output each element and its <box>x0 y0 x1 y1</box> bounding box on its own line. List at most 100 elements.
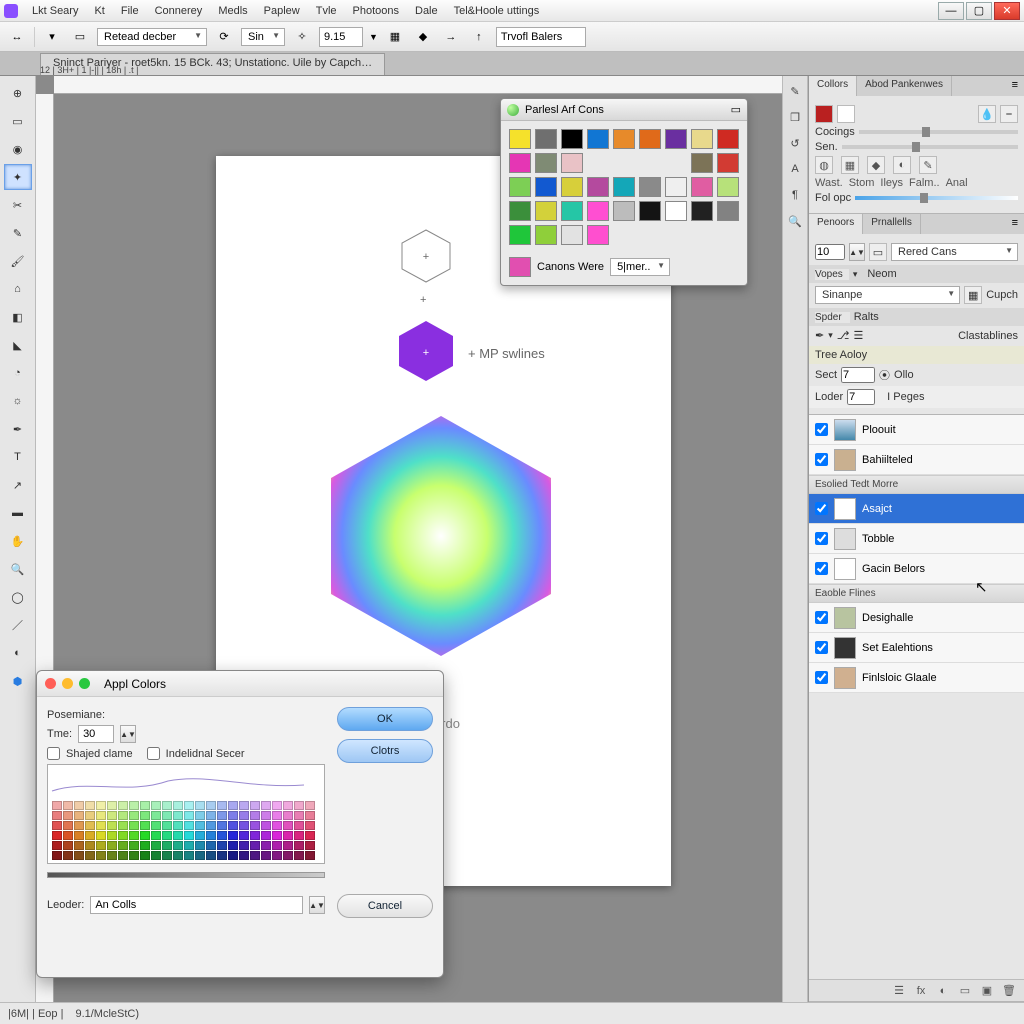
pen-icon[interactable]: ✒ <box>815 329 824 342</box>
plate-swatch[interactable] <box>206 821 216 830</box>
plate-swatch[interactable] <box>294 801 304 810</box>
leoder-stepper[interactable]: ▲▼ <box>309 896 325 914</box>
layer-row[interactable]: Ploouit <box>809 415 1024 445</box>
plate-swatch[interactable] <box>217 821 227 830</box>
layer-row[interactable]: Bahiilteled <box>809 445 1024 475</box>
zoom-tool-icon[interactable]: 🔍 <box>4 556 32 582</box>
menu-kt[interactable]: Kt <box>86 3 112 19</box>
plate-swatch[interactable] <box>228 801 238 810</box>
plate-swatch[interactable] <box>118 821 128 830</box>
plate-swatch[interactable] <box>206 801 216 810</box>
plate-swatch[interactable] <box>52 841 62 850</box>
fg-bg-icon[interactable]: ◐ <box>4 640 32 666</box>
tab-spder[interactable]: Spder <box>815 312 850 323</box>
plate-swatch[interactable] <box>195 831 205 840</box>
swatches-floating-panel[interactable]: Parlesl Arf Cons ▭ Canons Were 5|mer.. <box>500 98 748 286</box>
search-strip-icon[interactable]: 🔍 <box>786 212 804 230</box>
palette-collapse-icon[interactable]: ▭ <box>731 103 741 116</box>
plate-swatch[interactable] <box>239 841 249 850</box>
plate-swatch[interactable] <box>140 851 150 860</box>
dropdown-icon[interactable]: ▾ <box>41 26 63 48</box>
plate-swatch[interactable] <box>129 821 139 830</box>
swatch-cell[interactable] <box>717 177 739 197</box>
swatch-cell[interactable] <box>561 225 583 245</box>
plate-swatch[interactable] <box>151 841 161 850</box>
layer-visibility-checkbox[interactable] <box>815 671 828 684</box>
tab-collors[interactable]: Collors <box>809 76 857 96</box>
plate-swatch[interactable] <box>217 811 227 820</box>
para-strip-icon[interactable]: ¶ <box>786 186 804 204</box>
clotrs-button[interactable]: Clotrs <box>337 739 433 763</box>
plate-swatch[interactable] <box>217 841 227 850</box>
plate-swatch[interactable] <box>162 801 172 810</box>
plate-swatch[interactable] <box>272 851 282 860</box>
wast-icon[interactable]: ◍ <box>815 156 833 174</box>
menu-dale[interactable]: Dale <box>407 3 446 19</box>
sparkle-icon[interactable]: ✧ <box>291 26 313 48</box>
menu-lktseary[interactable]: Lkt Seary <box>24 3 86 19</box>
plate-swatch[interactable] <box>217 801 227 810</box>
plate-swatch[interactable] <box>85 811 95 820</box>
plate-swatch[interactable] <box>206 841 216 850</box>
plate-swatch[interactable] <box>228 851 238 860</box>
num-input[interactable] <box>815 244 845 260</box>
plate-swatch[interactable] <box>217 831 227 840</box>
swatch-cell[interactable] <box>587 201 609 221</box>
plate-swatch[interactable] <box>261 831 271 840</box>
plate-swatch[interactable] <box>228 831 238 840</box>
plate-swatch[interactable] <box>118 831 128 840</box>
mode-dropdown[interactable]: Sin <box>241 28 285 46</box>
plate-swatch[interactable] <box>173 841 183 850</box>
plate-swatch[interactable] <box>261 801 271 810</box>
size-input[interactable] <box>319 27 363 47</box>
layer-row[interactable]: Desighalle <box>809 603 1024 633</box>
plate-swatch[interactable] <box>129 831 139 840</box>
plate-swatch[interactable] <box>184 821 194 830</box>
tab-penoors[interactable]: Penoors <box>809 214 863 234</box>
plate-swatch[interactable] <box>162 821 172 830</box>
diamond-icon[interactable]: ◆ <box>412 26 434 48</box>
plate-swatch[interactable] <box>107 841 117 850</box>
gradient-tool-icon[interactable]: ◣ <box>4 332 32 358</box>
plate-swatch[interactable] <box>195 821 205 830</box>
menu-connerey[interactable]: Connerey <box>147 3 211 19</box>
plate-swatch[interactable] <box>261 841 271 850</box>
plate-swatch[interactable] <box>63 831 73 840</box>
plate-swatch[interactable] <box>184 841 194 850</box>
stepper-icon[interactable]: ▲▼ <box>849 243 865 261</box>
layer-group-header[interactable]: Esolied Tedt Morre <box>809 475 1024 494</box>
slider-sen[interactable] <box>842 145 1018 149</box>
plate-swatch[interactable] <box>96 801 106 810</box>
swatch-cell[interactable] <box>639 177 661 197</box>
layer-row[interactable]: Finlsloic Glaale <box>809 663 1024 693</box>
tab-prnallells[interactable]: Prnallells <box>863 214 921 234</box>
bg-color-swatch[interactable] <box>837 105 855 123</box>
move-tool-icon[interactable]: ⊕ <box>4 80 32 106</box>
plate-swatch[interactable] <box>195 811 205 820</box>
swatch-cell[interactable] <box>639 201 661 221</box>
plate-swatch[interactable] <box>129 801 139 810</box>
swatch-cell[interactable] <box>535 153 557 173</box>
color-plate[interactable] <box>47 764 325 864</box>
pen-tool-icon[interactable]: ✒ <box>4 416 32 442</box>
plate-swatch[interactable] <box>118 841 128 850</box>
plate-swatch[interactable] <box>96 841 106 850</box>
circle-tool-icon[interactable]: ◯ <box>4 584 32 610</box>
plate-scrollbar[interactable] <box>47 872 325 878</box>
plate-swatch[interactable] <box>85 831 95 840</box>
plate-swatch[interactable] <box>162 851 172 860</box>
stamp-strip-icon[interactable]: ❒ <box>786 108 804 126</box>
plate-swatch[interactable] <box>294 841 304 850</box>
plate-swatch[interactable] <box>184 831 194 840</box>
loder-input[interactable] <box>847 389 875 405</box>
droplet-icon[interactable]: 💧 <box>978 105 996 123</box>
plate-swatch[interactable] <box>96 851 106 860</box>
plate-swatch[interactable] <box>96 831 106 840</box>
plate-swatch[interactable] <box>107 811 117 820</box>
plate-swatch[interactable] <box>74 811 84 820</box>
plate-swatch[interactable] <box>96 811 106 820</box>
menu-medls[interactable]: Medls <box>210 3 255 19</box>
plate-swatch[interactable] <box>151 851 161 860</box>
plate-swatch[interactable] <box>283 831 293 840</box>
cancel-button[interactable]: Cancel <box>337 894 433 918</box>
